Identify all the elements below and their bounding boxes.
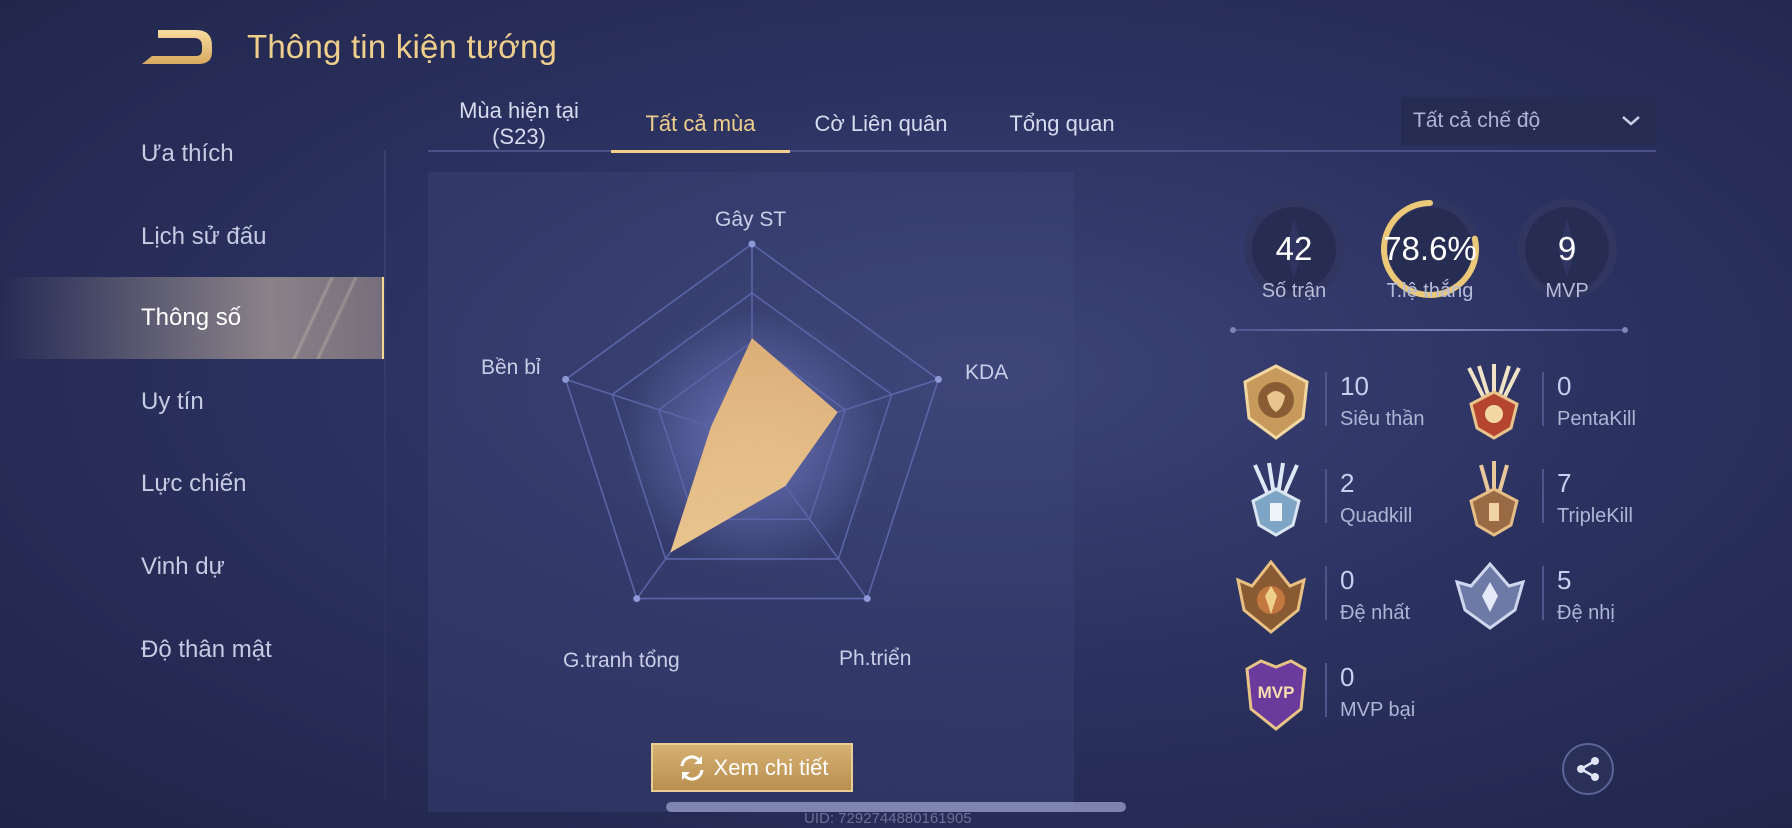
sidebar-divider	[384, 150, 386, 800]
stats-divider	[1230, 327, 1628, 333]
tab-label: Mùa hiện tại	[459, 98, 579, 123]
tab-overview[interactable]: Tổng quan	[995, 96, 1129, 152]
sidebar-item-label: Thông số	[141, 304, 242, 331]
radar-axis-endpoint	[748, 240, 756, 248]
sidebar-item-stats[interactable]: Thông số	[0, 277, 386, 359]
winrate-label: T.lệ thắng	[1386, 280, 1474, 302]
radar-axis-label-damage: Gây ST	[715, 208, 787, 231]
achievement-count: 5	[1557, 565, 1572, 595]
mvp-label: MVP	[1545, 280, 1589, 302]
page-title: Thông tin kiện tướng	[247, 28, 558, 65]
tab-current-season[interactable]: Mùa hiện tại (S23)	[446, 96, 592, 152]
achievement-label: Đệ nhất	[1340, 602, 1411, 624]
sidebar-item-label: Lịch sử đấu	[141, 223, 267, 250]
share-button[interactable]	[1562, 743, 1614, 795]
radar-axis-label-durability: Bền bỉ	[481, 356, 541, 379]
sidebar-item-match-history[interactable]: Lịch sử đấu	[0, 196, 386, 278]
view-details-label: Xem chi tiết	[713, 754, 829, 780]
four-swords-badge-icon	[1251, 462, 1301, 537]
sidebar-item-intimacy[interactable]: Độ thân mật	[0, 609, 386, 691]
sidebar-item-label: Lực chiến	[141, 470, 247, 497]
achievement-count: 0	[1340, 662, 1355, 692]
radar-chart	[562, 240, 942, 603]
achievement-separator	[1542, 566, 1544, 620]
achievement-separator	[1542, 469, 1544, 523]
chevron-down-icon	[1622, 116, 1640, 126]
matches-value: 42	[1275, 230, 1313, 267]
five-swords-badge-icon	[1467, 364, 1521, 440]
achievement-label: MVP bại	[1340, 699, 1416, 721]
mvp-value: 9	[1557, 230, 1577, 267]
back-arrow-icon	[142, 30, 212, 64]
tab-label: Tổng quan	[1009, 111, 1115, 136]
achievement-label: Quadkill	[1340, 505, 1413, 527]
view-details-button[interactable]: Xem chi tiết	[651, 743, 853, 792]
sidebar-item-label: Ưa thích	[141, 140, 234, 167]
sidebar-item-reputation[interactable]: Uy tín	[0, 361, 386, 443]
tab-label: Cờ Liên quân	[814, 111, 948, 136]
tab-chess[interactable]: Cờ Liên quân	[806, 96, 956, 152]
three-swords-badge-icon	[1469, 461, 1519, 537]
radar-axis-label-teamfight: G.tranh tổng	[563, 649, 680, 672]
tab-all-seasons[interactable]: Tất cả mùa	[611, 96, 790, 153]
refresh-icon	[680, 754, 704, 781]
matches-label: Số trận	[1261, 280, 1327, 302]
radar-axis-endpoint	[934, 375, 942, 383]
radar-axis-endpoint	[863, 595, 871, 603]
achievement-label: TripleKill	[1557, 505, 1633, 527]
share-icon	[1577, 757, 1599, 781]
achievement-separator	[1325, 372, 1327, 426]
achievement-count: 2	[1340, 468, 1355, 498]
lion-crest-badge-icon	[1243, 364, 1309, 440]
purple-mvp-badge-icon: MVP	[1245, 659, 1307, 731]
achievement-count: 0	[1340, 565, 1355, 595]
silver-badge-icon	[1454, 561, 1526, 630]
sidebar-item-honor[interactable]: Vinh dự	[0, 526, 386, 608]
achievement-separator	[1325, 469, 1327, 523]
sidebar-item-power[interactable]: Lực chiến	[0, 443, 386, 525]
radar-axis-endpoint	[562, 375, 570, 383]
winrate-value: 78.6%	[1383, 230, 1477, 267]
gold-crown-badge-icon	[1235, 559, 1307, 634]
achievement-label: Đệ nhị	[1557, 602, 1615, 624]
achievement-separator	[1325, 663, 1327, 717]
achievement-separator	[1325, 566, 1327, 620]
sidebar-item-label: Vinh dự	[141, 553, 225, 580]
badge-mvp-text: MVP	[1258, 683, 1295, 702]
mode-select[interactable]: Tất cả chế độ	[1401, 97, 1656, 145]
player-uid: UID: 7292744880161905	[804, 810, 972, 827]
radar-axis-endpoint	[633, 595, 641, 603]
mode-select-value: Tất cả chế độ	[1413, 109, 1541, 132]
achievement-count: 0	[1557, 371, 1572, 401]
sidebar: Ưa thích Lịch sử đấu Thông số Uy tín Lực…	[0, 100, 386, 800]
radar-axis-label-kda: KDA	[965, 361, 1009, 384]
achievement-count: 10	[1340, 371, 1369, 401]
sidebar-item-favorites[interactable]: Ưa thích	[0, 113, 386, 195]
achievement-label: PentaKill	[1557, 408, 1636, 430]
achievement-count: 7	[1557, 468, 1572, 498]
achievement-label: Siêu thần	[1340, 408, 1425, 430]
back-button[interactable]	[138, 26, 218, 70]
tab-label-sub: (S23)	[492, 124, 546, 149]
tab-label: Tất cả mùa	[645, 111, 756, 136]
achievement-separator	[1542, 372, 1544, 426]
sidebar-item-label: Độ thân mật	[141, 636, 272, 663]
sidebar-item-label: Uy tín	[141, 388, 204, 415]
radar-axis-label-farm: Ph.triển	[839, 647, 912, 670]
